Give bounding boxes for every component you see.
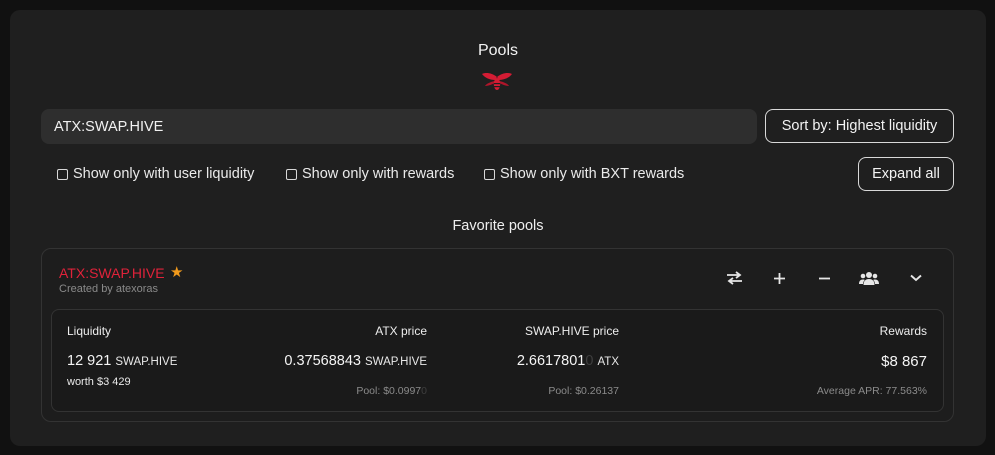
minus-icon[interactable] — [812, 267, 836, 289]
rewards-apr: Average APR: 77.563% — [816, 385, 927, 397]
quote-pool-price: Pool: $0.26137 — [548, 385, 619, 397]
base-price-amount: 0.37568843 — [284, 353, 361, 369]
page-title: Pools — [477, 42, 519, 59]
logo-icon — [482, 73, 512, 90]
liquidity-label: Liquidity — [67, 324, 112, 338]
chevron-down-icon[interactable] — [904, 267, 928, 289]
checkbox[interactable] — [484, 168, 495, 180]
filter-user-liquidity[interactable]: Show only with user liquidity — [57, 166, 254, 182]
filter-label: Show only with BXT rewards — [500, 166, 685, 182]
base-price-value: 0.37568843 SWAP.HIVE — [284, 353, 427, 369]
pool-name[interactable]: ATX:SWAP.HIVE — [59, 265, 165, 281]
liquidity-unit: SWAP.HIVE — [115, 356, 178, 368]
pool-creator: Created by atexoras — [59, 283, 159, 295]
favorites-heading: Favorite pools — [452, 218, 544, 234]
base-pool-price: Pool: $0.09970 — [356, 385, 427, 397]
liquidity-amount: 12 921 — [67, 353, 112, 369]
expand-all-button[interactable]: Expand all — [858, 157, 954, 191]
checkbox[interactable] — [57, 168, 68, 180]
quote-price-faded: 0 — [585, 353, 594, 369]
base-price-label: ATX price — [375, 324, 427, 338]
base-price-unit: SWAP.HIVE — [365, 356, 427, 368]
sort-button[interactable]: Sort by: Highest liquidity — [765, 109, 954, 143]
pool-card: ATX:SWAP.HIVE ★ Created by atexoras Liqu… — [41, 248, 954, 422]
rewards-label: Rewards — [879, 324, 927, 338]
plus-icon[interactable] — [767, 267, 791, 289]
filter-rewards[interactable]: Show only with rewards — [286, 166, 454, 182]
filter-label: Show only with rewards — [302, 166, 455, 182]
quote-price-value: 2.66178010 ATX — [517, 353, 619, 369]
rewards-amount: $8 867 — [881, 353, 927, 370]
checkbox[interactable] — [286, 168, 297, 180]
quote-price-unit: ATX — [597, 356, 619, 368]
quote-price-amount: 2.6617801 — [516, 353, 586, 369]
quote-price-label: SWAP.HIVE price — [524, 324, 619, 338]
liquidity-worth: worth $3 429 — [67, 376, 131, 388]
base-pool-price-faded: 0 — [421, 385, 427, 397]
pool-details: Liquidity 12 921 SWAP.HIVE worth $3 429 … — [51, 309, 944, 412]
filter-label: Show only with user liquidity — [73, 166, 255, 182]
swap-icon[interactable] — [722, 267, 746, 289]
liquidity-value: 12 921 SWAP.HIVE — [67, 353, 177, 369]
star-icon[interactable]: ★ — [170, 263, 183, 281]
pools-panel: Pools Sort by: Highest liquidity Show on… — [10, 10, 986, 446]
filter-bxt-rewards[interactable]: Show only with BXT rewards — [484, 166, 684, 182]
users-icon[interactable] — [857, 267, 881, 289]
search-input[interactable] — [41, 109, 757, 144]
base-pool-price-text: Pool: $0.0997 — [356, 385, 422, 397]
